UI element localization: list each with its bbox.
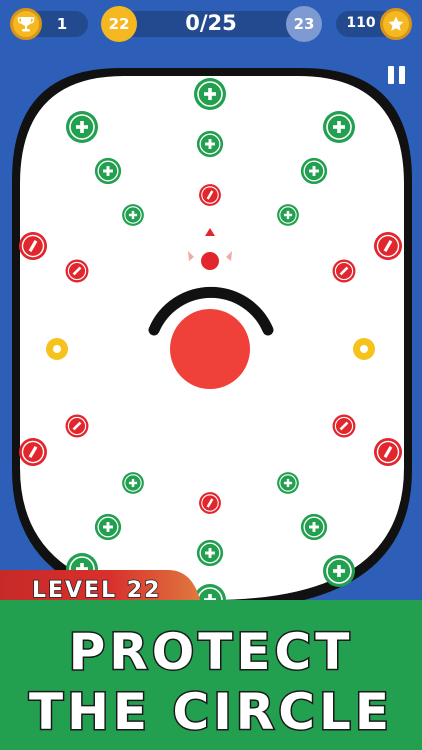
plus-token [94, 157, 122, 185]
ring-token [46, 338, 68, 360]
plus-token [121, 471, 145, 495]
plus-token [322, 554, 356, 588]
plus-token [65, 110, 99, 144]
ring-token [353, 338, 375, 360]
plus-token [94, 513, 122, 541]
plus-token [193, 77, 227, 111]
pause-icon[interactable] [388, 66, 406, 84]
headline-line-1: PROTECT [67, 623, 354, 682]
headline-line-2: THE CIRCLE [27, 683, 394, 742]
promo-banner: LEVEL 22 PROTECT THE CIRCLE [0, 570, 422, 750]
plus-token [196, 539, 224, 567]
plus-token [322, 110, 356, 144]
plus-token [300, 513, 328, 541]
plus-token [196, 130, 224, 158]
plus-token [121, 203, 145, 227]
plus-token [276, 203, 300, 227]
level-label: LEVEL 22 [31, 577, 162, 604]
protected-circle [170, 309, 250, 389]
plus-token [276, 471, 300, 495]
plus-token [300, 157, 328, 185]
